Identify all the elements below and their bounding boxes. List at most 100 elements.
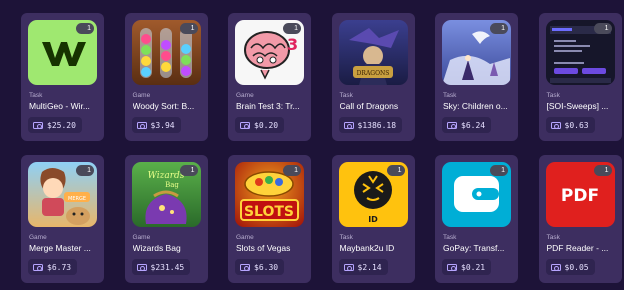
count-badge: 1 xyxy=(593,23,612,34)
offer-card[interactable]: SLOTS 1 Game Slots of Vegas $6.30 xyxy=(228,155,311,283)
cash-icon xyxy=(447,263,457,271)
cash-icon xyxy=(33,121,43,129)
dragons-icon: DRAGONS xyxy=(338,20,408,85)
price-pill: $6.73 xyxy=(28,259,78,275)
card-kind: Task xyxy=(339,234,353,241)
cash-icon xyxy=(550,263,561,271)
card-kind: Game xyxy=(236,234,254,241)
price-pill: $0.20 xyxy=(235,117,285,133)
offer-card[interactable]: 1 Game Woody Sort: B... $3.94 xyxy=(124,13,208,141)
card-title: [SOI-Sweeps] ... xyxy=(546,101,609,111)
count-badge: 1 xyxy=(490,23,508,34)
svg-text:DRAGONS: DRAGONS xyxy=(356,70,389,77)
svg-text:Bag: Bag xyxy=(165,181,179,189)
offer-grid: 1 Task MultiGeo - Wir... $25.20 1 Game W… xyxy=(21,13,622,283)
wise-logo-icon: 1 xyxy=(28,20,97,85)
cash-icon xyxy=(550,121,561,129)
card-kind: Game xyxy=(132,92,151,99)
card-title: MultiGeo - Wir... xyxy=(29,101,90,111)
card-kind: Game xyxy=(236,92,254,99)
card-title: Sky: Children o... xyxy=(443,101,508,111)
cash-icon xyxy=(240,121,250,129)
price-pill: $0.63 xyxy=(545,117,595,133)
wizards-bag-icon: Wizards Bag 1 xyxy=(131,162,201,227)
price-pill: $0.21 xyxy=(442,259,492,275)
price-value: $0.63 xyxy=(564,120,589,130)
price-value: $6.73 xyxy=(47,262,72,272)
svg-text:SLOTS: SLOTS xyxy=(244,204,294,220)
svg-text:PDF: PDF xyxy=(560,186,598,206)
price-pill: $231.45 xyxy=(131,259,191,275)
price-value: $6.30 xyxy=(254,262,279,272)
price-value: $6.24 xyxy=(461,120,486,130)
offer-card[interactable]: 1 Task Sky: Children o... $6.24 xyxy=(435,13,518,141)
cash-icon xyxy=(33,263,43,271)
offer-card[interactable]: DRAGONS Task Call of Dragons $1386.18 xyxy=(331,13,415,141)
offer-card[interactable]: 1 Task MultiGeo - Wir... $25.20 xyxy=(21,13,104,141)
price-pill: $6.24 xyxy=(442,117,492,133)
svg-text:ID: ID xyxy=(368,215,378,224)
cash-icon xyxy=(136,121,147,129)
card-kind: Task xyxy=(29,92,43,99)
card-title: Woody Sort: B... xyxy=(132,101,195,111)
pdf-icon: PDF 1 xyxy=(545,162,615,227)
card-title: Wizards Bag xyxy=(132,243,181,253)
cash-icon xyxy=(343,121,354,129)
offer-card[interactable]: 3 1 Game Brain Test 3: Tr... $0.20 xyxy=(228,13,311,141)
merge-master-icon: MERGE 1 xyxy=(28,162,97,227)
price-pill: $1386.18 xyxy=(338,117,403,133)
slots-icon: SLOTS 1 xyxy=(235,162,304,227)
price-value: $25.20 xyxy=(47,120,76,130)
brain-icon: 3 1 xyxy=(235,20,304,85)
offer-card[interactable]: 1 Task [SOI-Sweeps] ... $0.63 xyxy=(538,13,622,141)
price-value: $1386.18 xyxy=(357,120,397,130)
count-badge: 1 xyxy=(76,23,94,34)
card-kind: Game xyxy=(29,234,47,241)
svg-text:Wizards: Wizards xyxy=(147,171,184,181)
count-badge: 1 xyxy=(283,165,301,176)
card-kind: Game xyxy=(132,234,151,241)
card-title: Maybank2u ID xyxy=(339,243,395,253)
gopay-wallet-icon: 1 xyxy=(442,162,511,227)
svg-text:MERGE: MERGE xyxy=(68,196,86,202)
price-pill: $0.05 xyxy=(545,259,595,275)
card-title: Call of Dragons xyxy=(339,101,399,111)
offer-card[interactable]: Wizards Bag 1 Game Wizards Bag $231.45 xyxy=(124,155,208,283)
offer-card[interactable]: ID 1 Task Maybank2u ID $2.14 xyxy=(331,155,415,283)
card-title: PDF Reader - ... xyxy=(546,243,609,253)
price-value: $0.20 xyxy=(254,120,279,130)
card-title: Slots of Vegas xyxy=(236,243,291,253)
sky-icon: 1 xyxy=(442,20,511,85)
sort-tubes-icon: 1 xyxy=(131,20,201,85)
card-kind: Task xyxy=(339,92,353,99)
count-badge: 1 xyxy=(76,165,94,176)
price-pill: $6.30 xyxy=(235,259,285,275)
price-value: $3.94 xyxy=(150,120,175,130)
count-badge: 1 xyxy=(179,165,198,176)
count-badge: 1 xyxy=(179,23,198,34)
offer-card[interactable]: PDF 1 Task PDF Reader - ... $0.05 xyxy=(538,155,622,283)
cash-icon xyxy=(447,121,457,129)
price-value: $2.14 xyxy=(357,262,382,272)
price-pill: $2.14 xyxy=(338,259,388,275)
maybank-tiger-icon: ID 1 xyxy=(338,162,408,227)
card-kind: Task xyxy=(443,92,457,99)
screenshot-icon: 1 xyxy=(545,20,615,85)
card-kind: Task xyxy=(546,234,560,241)
count-badge: 1 xyxy=(490,165,508,176)
price-pill: $25.20 xyxy=(28,117,82,133)
card-kind: Task xyxy=(546,92,560,99)
cash-icon xyxy=(343,263,354,271)
count-badge: 1 xyxy=(283,23,301,34)
price-value: $0.05 xyxy=(564,262,589,272)
price-value: $231.45 xyxy=(150,262,185,272)
card-kind: Task xyxy=(443,234,457,241)
count-badge: 1 xyxy=(386,165,405,176)
price-pill: $3.94 xyxy=(131,117,181,133)
offer-card[interactable]: 1 Task GoPay: Transf... $0.21 xyxy=(435,155,518,283)
cash-icon xyxy=(136,263,147,271)
price-value: $0.21 xyxy=(461,262,486,272)
svg-text:3: 3 xyxy=(287,35,298,54)
offer-card[interactable]: MERGE 1 Game Merge Master ... $6.73 xyxy=(21,155,104,283)
card-title: GoPay: Transf... xyxy=(443,243,505,253)
